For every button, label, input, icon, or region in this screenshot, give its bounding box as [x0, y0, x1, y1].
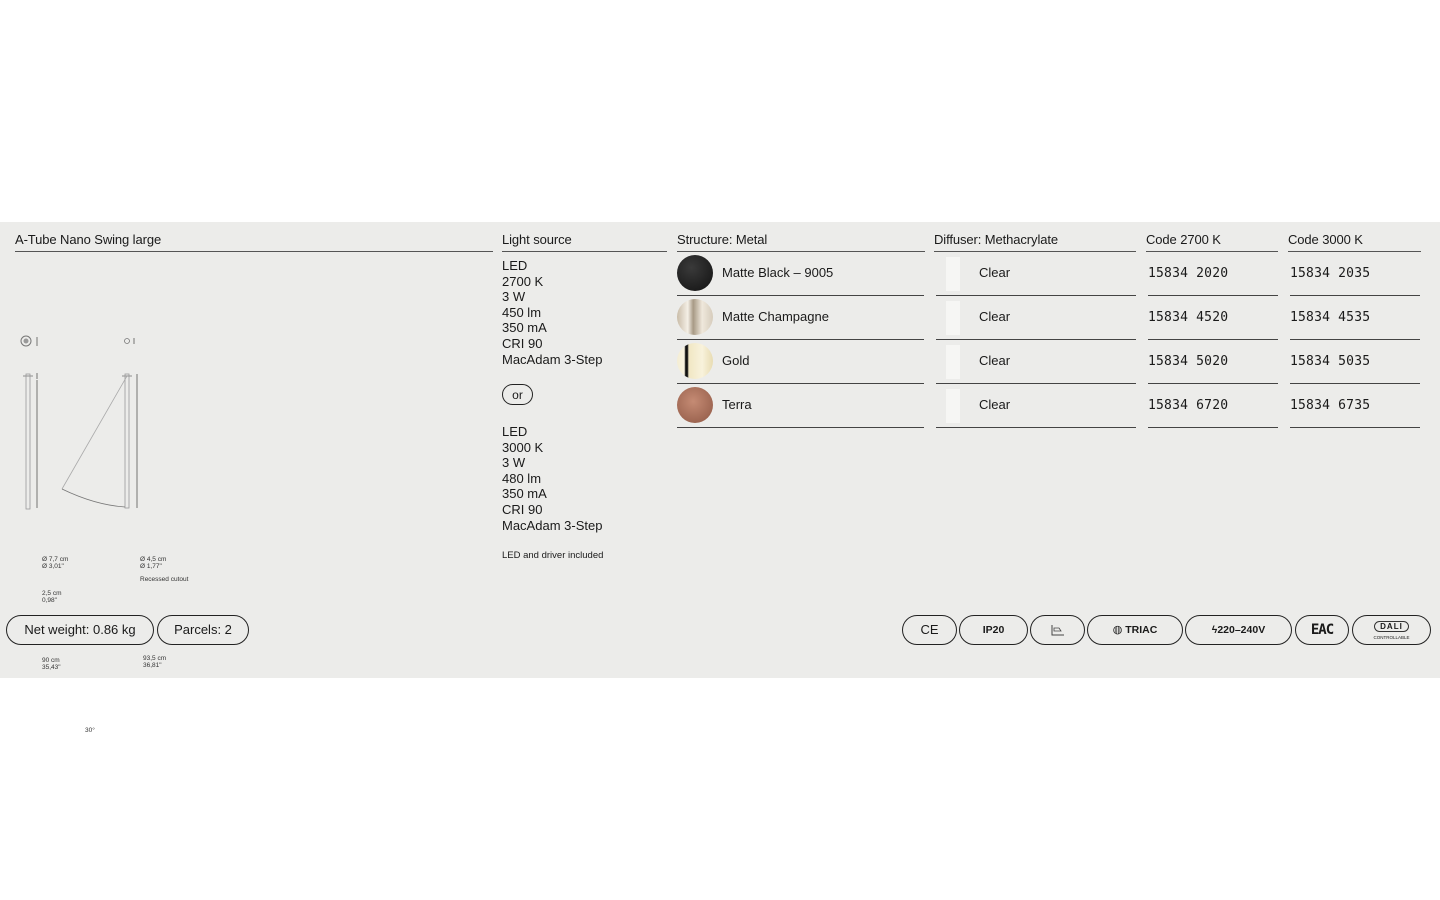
finish-swatch: [677, 387, 713, 423]
eac-mark-icon: EAC: [1295, 615, 1349, 645]
dim-label: 2,5 cm 0,98": [42, 590, 62, 604]
light-source-2700: LED 2700 K3 W 450 lm 350 mA CRI 90 MacAdam …: [502, 258, 603, 367]
angle-label: 30°: [85, 727, 95, 734]
ip20-badge: IP20: [959, 615, 1028, 645]
surface-mount-icon: [1030, 615, 1085, 645]
voltage-badge: ϟ220–240V: [1185, 615, 1292, 645]
diffuser-swatch: [946, 301, 960, 335]
code-3000: 15834 6735: [1290, 398, 1371, 413]
code-2700: 15834 6720: [1148, 398, 1229, 413]
dim-label: Ø 7,7 cm Ø 3,01": [42, 556, 69, 570]
dali-badge: DALI CONTROLLABLE: [1352, 615, 1431, 645]
divider: [677, 251, 925, 252]
finish-swatch: [677, 255, 713, 291]
code-3000: 15834 2035: [1290, 266, 1371, 281]
code-3000-header: Code 3000 K: [1288, 232, 1363, 247]
code-2700: 15834 5020: [1148, 354, 1229, 369]
diffuser-header: Diffuser: Methacrylate: [934, 232, 1058, 247]
dimension-drawing-icon: [20, 335, 138, 510]
diffuser-name: Clear: [979, 309, 1011, 324]
diffuser-name: Clear: [979, 265, 1011, 280]
dim-label: 90 cm 35,43": [42, 657, 61, 671]
code-2700: 15834 4520: [1148, 310, 1229, 325]
diffuser-name: Clear: [979, 353, 1011, 368]
diffuser-name: Clear: [979, 397, 1011, 412]
finish-swatch: [677, 299, 713, 335]
code-2700-header: Code 2700 K: [1146, 232, 1221, 247]
diffuser-swatch: [946, 257, 960, 291]
product-title: A-Tube Nano Swing large: [15, 232, 162, 247]
diffuser-swatch: [946, 345, 960, 379]
or-separator: or: [502, 384, 533, 405]
divider: [1288, 251, 1421, 252]
finish-name: Gold: [722, 353, 750, 368]
diffuser-swatch: [946, 389, 960, 423]
recessed-cutout-label: Recessed cutout: [140, 576, 189, 583]
dali-logo-icon: DALI: [1374, 621, 1409, 632]
divider: [934, 251, 1136, 252]
triac-badge: ◍ TRIAC: [1087, 615, 1183, 645]
product-spec-panel: A-Tube Nano Swing large Light source Str…: [0, 222, 1440, 734]
dimmer-icon: ◍: [1112, 624, 1123, 636]
divider: [502, 251, 667, 252]
net-weight-badge: Net weight: 0.86 kg: [6, 615, 154, 645]
code-3000: 15834 5035: [1290, 354, 1371, 369]
ce-mark-icon: CE: [902, 615, 957, 645]
divider: [1146, 251, 1278, 252]
finish-name: Matte Black – 9005: [722, 265, 834, 280]
dim-label: 93,5 cm 36,81": [143, 655, 167, 669]
parcels-badge: Parcels: 2: [157, 615, 249, 645]
light-source-header: Light source: [502, 232, 572, 247]
divider: [15, 251, 493, 252]
finish-name: Matte Champagne: [722, 309, 829, 324]
structure-header: Structure: Metal: [677, 232, 768, 247]
driver-note: LED and driver included: [502, 550, 604, 561]
light-source-3000: LED 3000 K3 W 480 lm 350 mA CRI 90 MacAdam …: [502, 424, 603, 533]
code-2700: 15834 2020: [1148, 266, 1229, 281]
finish-swatch: [677, 343, 713, 379]
finish-name: Terra: [722, 397, 752, 412]
code-3000: 15834 4535: [1290, 310, 1371, 325]
dim-label: Ø 4,5 cm Ø 1,77": [140, 556, 167, 570]
